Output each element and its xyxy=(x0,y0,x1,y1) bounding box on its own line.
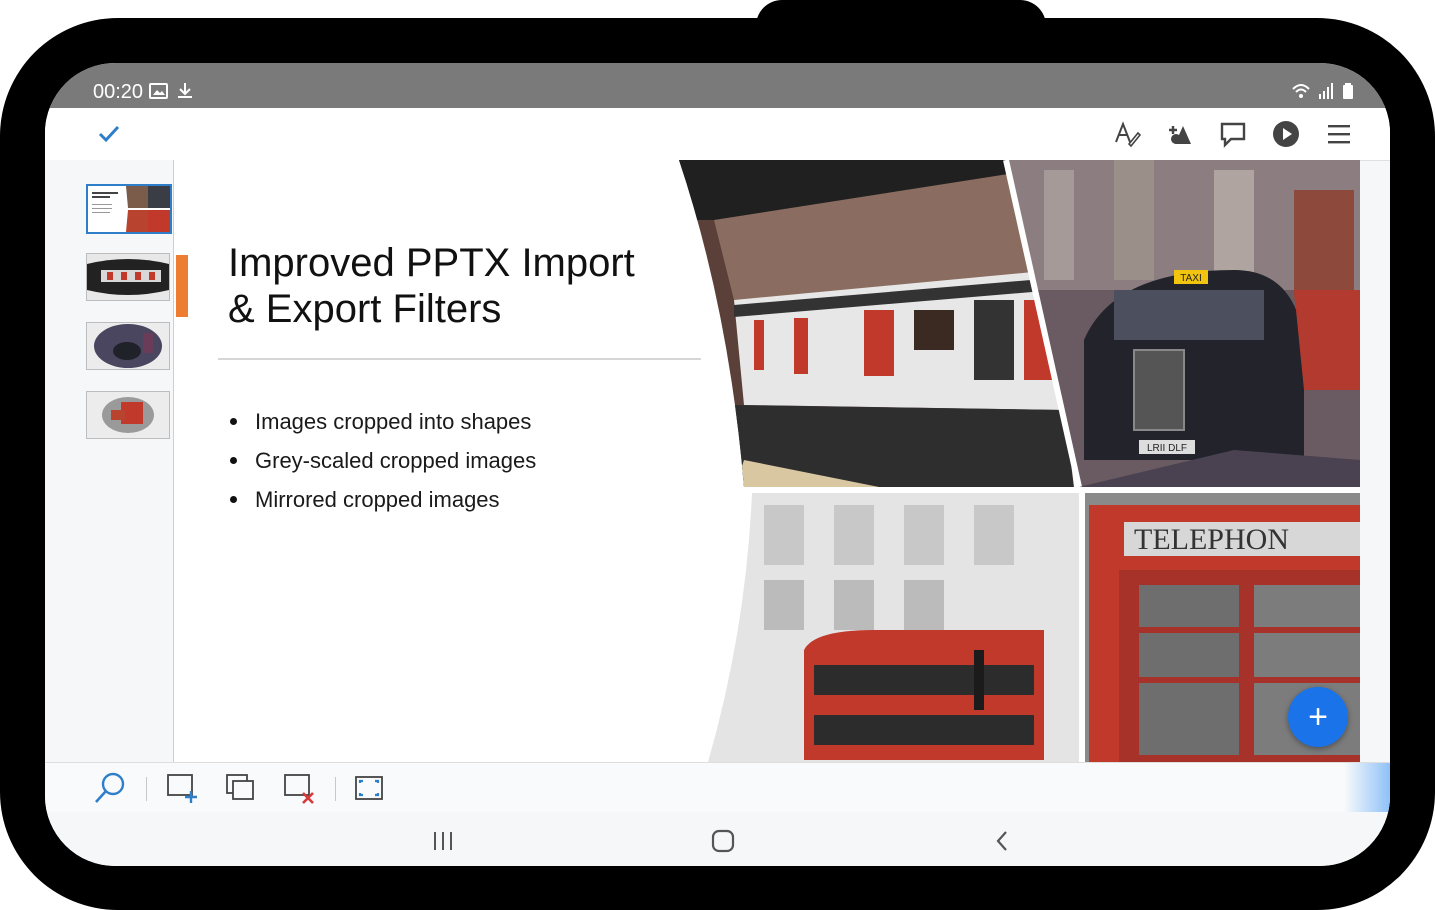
battery-icon xyxy=(1343,83,1353,99)
comment-icon xyxy=(1220,122,1246,148)
toolbar-separator xyxy=(146,777,147,801)
text-format-icon xyxy=(1115,121,1141,148)
slide-thumbnail-4[interactable] xyxy=(86,391,170,439)
wifi-icon xyxy=(1292,84,1310,98)
bottom-toolbar xyxy=(45,762,1390,813)
slide-thumbnail-preview xyxy=(87,392,169,438)
toolbar-separator xyxy=(335,777,336,801)
status-bar: 00:20 xyxy=(45,63,1390,108)
system-nav-bar xyxy=(45,812,1390,866)
text-format-button[interactable] xyxy=(1109,116,1145,152)
taxi-sign: TAXI xyxy=(1180,273,1201,284)
fullscreen-icon xyxy=(355,776,383,800)
duplicate-slide-icon xyxy=(226,774,254,800)
back-button[interactable] xyxy=(983,826,1023,856)
photo-collage: TAXI LRII DLF TELEPHON xyxy=(679,160,1360,762)
bus-photo xyxy=(708,493,1082,762)
slide-thumbnail-3[interactable] xyxy=(86,322,170,370)
comment-button[interactable] xyxy=(1215,116,1251,152)
screen: 00:20 Improved PPTX Import & Export Filt… xyxy=(45,63,1390,866)
delete-slide-icon xyxy=(284,774,314,804)
slide-thumbnail-2[interactable] xyxy=(86,253,170,301)
recent-apps-button[interactable] xyxy=(423,826,463,856)
signal-icon xyxy=(1319,83,1333,99)
slide-panel xyxy=(45,160,174,762)
home-icon xyxy=(711,829,735,853)
telephone-sign: TELEPHON xyxy=(1134,523,1289,556)
menu-button[interactable] xyxy=(1321,116,1357,152)
slide-thumbnail-preview xyxy=(87,254,169,300)
new-slide-icon xyxy=(167,774,197,803)
slide-canvas[interactable]: Improved PPTX Import & Export Filters Im… xyxy=(174,160,1360,762)
play-icon xyxy=(1273,121,1299,147)
check-icon xyxy=(98,125,120,143)
scroll-edge-highlight xyxy=(1344,763,1390,813)
recent-apps-icon xyxy=(434,832,452,850)
image-icon xyxy=(149,83,168,99)
menu-icon xyxy=(1328,125,1350,144)
taxi-plate: LRII DLF xyxy=(1147,443,1187,454)
add-fab-button[interactable]: + xyxy=(1288,687,1348,747)
slide-thumbnail-1[interactable] xyxy=(86,184,172,234)
fullscreen-button[interactable] xyxy=(352,771,386,805)
duplicate-slide-button[interactable] xyxy=(223,771,257,805)
tablet-notch xyxy=(756,0,1046,40)
insert-shape-icon xyxy=(1169,126,1191,144)
insert-shape-button[interactable] xyxy=(1161,116,1197,152)
download-icon xyxy=(178,83,192,98)
play-slideshow-button[interactable] xyxy=(1268,116,1304,152)
slide-thumbnail-preview xyxy=(87,323,169,369)
search-icon xyxy=(95,772,125,803)
status-time: 00:20 xyxy=(93,81,144,103)
search-button[interactable] xyxy=(93,771,127,805)
delete-slide-button[interactable] xyxy=(282,771,316,805)
new-slide-button[interactable] xyxy=(165,771,199,805)
back-icon xyxy=(996,831,1007,851)
confirm-button[interactable] xyxy=(91,116,127,152)
home-button[interactable] xyxy=(703,826,743,856)
top-toolbar xyxy=(45,108,1390,161)
slide-thumbnail-preview xyxy=(88,186,170,232)
